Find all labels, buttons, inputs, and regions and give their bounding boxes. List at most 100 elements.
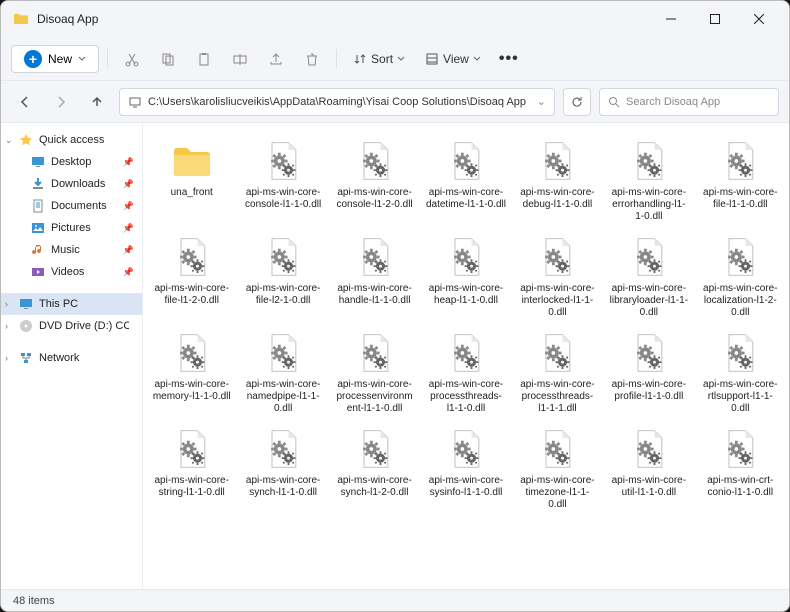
- view-button[interactable]: View: [417, 50, 489, 68]
- file-item[interactable]: api-ms-win-core-datetime-l1-1-0.dll: [421, 133, 510, 227]
- file-item[interactable]: api-ms-win-core-libraryloader-l1-1-0.dll: [604, 229, 693, 323]
- dll-file-icon: [351, 233, 399, 281]
- sidebar-videos[interactable]: Videos📌: [1, 261, 142, 283]
- file-item[interactable]: api-ms-win-core-processthreads-l1-1-0.dl…: [421, 325, 510, 419]
- dll-file-icon: [716, 425, 764, 473]
- paste-button[interactable]: [188, 43, 220, 75]
- label: Videos: [51, 266, 84, 278]
- sidebar-quick-access[interactable]: ⌄ Quick access: [1, 129, 142, 151]
- file-item[interactable]: api-ms-win-core-processenvironment-l1-1-…: [330, 325, 419, 419]
- delete-button[interactable]: [296, 43, 328, 75]
- file-item[interactable]: api-ms-win-core-namedpipe-l1-1-0.dll: [238, 325, 327, 419]
- file-item[interactable]: api-ms-win-core-rtlsupport-l1-1-0.dll: [696, 325, 785, 419]
- sidebar-downloads[interactable]: Downloads📌: [1, 173, 142, 195]
- file-name: api-ms-win-core-profile-l1-1-0.dll: [608, 379, 689, 415]
- maximize-button[interactable]: [693, 3, 737, 35]
- file-name: api-ms-win-core-interlocked-l1-1-0.dll: [517, 283, 598, 319]
- dll-file-icon: [442, 137, 490, 185]
- file-item[interactable]: api-ms-win-core-synch-l1-1-0.dll: [238, 421, 327, 515]
- file-name: api-ms-win-core-synch-l1-2-0.dll: [334, 475, 415, 511]
- chevron-right-icon[interactable]: ›: [5, 353, 8, 363]
- view-label: View: [443, 52, 469, 66]
- refresh-button[interactable]: [563, 88, 591, 116]
- videos-icon: [31, 265, 45, 279]
- file-item[interactable]: api-ms-win-crt-conio-l1-1-0.dll: [696, 421, 785, 515]
- sidebar-this-pc[interactable]: › This PC: [1, 293, 142, 315]
- new-button[interactable]: + New: [11, 45, 99, 73]
- sidebar-music[interactable]: Music📌: [1, 239, 142, 261]
- file-name: api-ms-win-core-namedpipe-l1-1-0.dll: [242, 379, 323, 415]
- search-input[interactable]: Search Disoaq App: [599, 88, 779, 116]
- back-button[interactable]: [11, 88, 39, 116]
- file-item[interactable]: api-ms-win-core-string-l1-1-0.dll: [147, 421, 236, 515]
- file-item[interactable]: api-ms-win-core-heap-l1-1-0.dll: [421, 229, 510, 323]
- chevron-down-icon[interactable]: ⌄: [537, 95, 546, 108]
- path-text: C:\Users\karolisliucveikis\AppData\Roami…: [148, 96, 526, 108]
- file-item[interactable]: api-ms-win-core-synch-l1-2-0.dll: [330, 421, 419, 515]
- file-item[interactable]: api-ms-win-core-util-l1-1-0.dll: [604, 421, 693, 515]
- file-item[interactable]: api-ms-win-core-localization-l1-2-0.dll: [696, 229, 785, 323]
- file-item[interactable]: api-ms-win-core-debug-l1-1-0.dll: [513, 133, 602, 227]
- dll-file-icon: [625, 137, 673, 185]
- dll-file-icon: [625, 329, 673, 377]
- disc-icon: [19, 319, 33, 333]
- sidebar-network[interactable]: › Network: [1, 347, 142, 369]
- up-button[interactable]: [83, 88, 111, 116]
- network-icon: [19, 351, 33, 365]
- sidebar-pictures[interactable]: Pictures📌: [1, 217, 142, 239]
- file-item[interactable]: api-ms-win-core-handle-l1-1-0.dll: [330, 229, 419, 323]
- file-name: api-ms-win-core-memory-l1-1-0.dll: [151, 379, 232, 415]
- dll-file-icon: [168, 425, 216, 473]
- label: Desktop: [51, 156, 91, 168]
- pc-icon: [128, 95, 142, 109]
- chevron-right-icon[interactable]: ›: [5, 321, 8, 331]
- pin-icon: 📌: [123, 179, 134, 190]
- file-name: api-ms-win-core-synch-l1-1-0.dll: [242, 475, 323, 511]
- minimize-button[interactable]: [649, 3, 693, 35]
- rename-button[interactable]: [224, 43, 256, 75]
- sidebar-desktop[interactable]: Desktop📌: [1, 151, 142, 173]
- titlebar[interactable]: Disoaq App: [1, 1, 789, 37]
- file-item[interactable]: api-ms-win-core-console-l1-2-0.dll: [330, 133, 419, 227]
- window-title: Disoaq App: [37, 12, 649, 26]
- file-item[interactable]: api-ms-win-core-sysinfo-l1-1-0.dll: [421, 421, 510, 515]
- chevron-down-icon: [473, 55, 481, 63]
- address-bar-row: C:\Users\karolisliucveikis\AppData\Roami…: [1, 81, 789, 123]
- chevron-down-icon[interactable]: ⌄: [5, 135, 13, 146]
- close-button[interactable]: [737, 3, 781, 35]
- folder-item[interactable]: una_front: [147, 133, 236, 227]
- cut-button[interactable]: [116, 43, 148, 75]
- sidebar-documents[interactable]: Documents📌: [1, 195, 142, 217]
- file-name: api-ms-win-core-processthreads-l1-1-1.dl…: [517, 379, 598, 415]
- copy-button[interactable]: [152, 43, 184, 75]
- file-item[interactable]: api-ms-win-core-file-l1-1-0.dll: [696, 133, 785, 227]
- sort-button[interactable]: Sort: [345, 50, 413, 68]
- label: This PC: [39, 298, 78, 310]
- forward-button[interactable]: [47, 88, 75, 116]
- file-item[interactable]: api-ms-win-core-processthreads-l1-1-1.dl…: [513, 325, 602, 419]
- file-item[interactable]: api-ms-win-core-console-l1-1-0.dll: [238, 133, 327, 227]
- file-list[interactable]: una_frontapi-ms-win-core-console-l1-1-0.…: [143, 123, 789, 589]
- dll-file-icon: [351, 137, 399, 185]
- pictures-icon: [31, 221, 45, 235]
- share-button[interactable]: [260, 43, 292, 75]
- file-item[interactable]: api-ms-win-core-interlocked-l1-1-0.dll: [513, 229, 602, 323]
- file-item[interactable]: api-ms-win-core-timezone-l1-1-0.dll: [513, 421, 602, 515]
- file-item[interactable]: api-ms-win-core-profile-l1-1-0.dll: [604, 325, 693, 419]
- chevron-down-icon: [397, 55, 405, 63]
- file-item[interactable]: api-ms-win-core-file-l1-2-0.dll: [147, 229, 236, 323]
- chevron-right-icon[interactable]: ›: [5, 299, 8, 309]
- chevron-down-icon: [78, 55, 86, 63]
- sidebar-dvd-drive[interactable]: › DVD Drive (D:) CCCC: [1, 315, 142, 337]
- file-item[interactable]: api-ms-win-core-file-l2-1-0.dll: [238, 229, 327, 323]
- search-icon: [608, 96, 620, 108]
- plus-icon: +: [24, 50, 42, 68]
- more-button[interactable]: •••: [493, 43, 525, 75]
- address-bar[interactable]: C:\Users\karolisliucveikis\AppData\Roami…: [119, 88, 555, 116]
- dll-file-icon: [259, 329, 307, 377]
- file-name: api-ms-win-core-handle-l1-1-0.dll: [334, 283, 415, 319]
- file-item[interactable]: api-ms-win-core-errorhandling-l1-1-0.dll: [604, 133, 693, 227]
- file-item[interactable]: api-ms-win-core-memory-l1-1-0.dll: [147, 325, 236, 419]
- dll-file-icon: [168, 233, 216, 281]
- navigation-pane[interactable]: ⌄ Quick access Desktop📌 Downloads📌 Docum…: [1, 123, 143, 589]
